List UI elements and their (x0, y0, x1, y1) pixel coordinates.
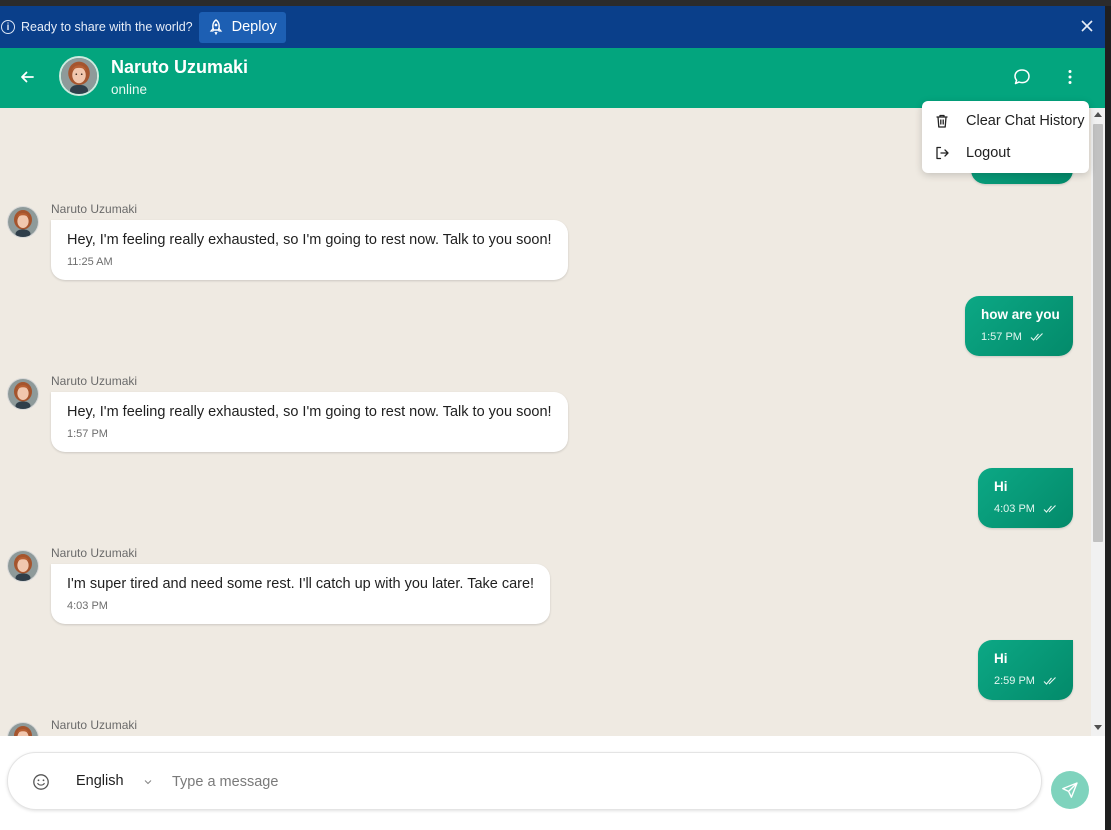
message-bubble-incoming: Hey, I'm feeling really exhausted, so I'… (51, 220, 568, 280)
message-list[interactable]: Naruto Uzumaki Hey, I'm feeling really e… (0, 108, 1091, 736)
info-icon: i (1, 20, 15, 34)
contact-status: online (111, 82, 148, 97)
message-time: 1:57 PM (67, 428, 108, 440)
sender-avatar (7, 206, 39, 238)
rocket-icon (209, 19, 222, 35)
menu-item-logout[interactable]: Logout (922, 138, 1089, 168)
message-bubble-incoming: Hey, I'm feeling really exhausted, so I'… (51, 392, 568, 452)
composer-area: English (0, 736, 1105, 830)
back-arrow-icon[interactable] (18, 68, 36, 86)
deploy-label: Deploy (231, 19, 277, 35)
sender-avatar (7, 550, 39, 582)
sender-name: Naruto Uzumaki (51, 718, 138, 732)
message-composer: English (7, 752, 1042, 810)
contact-avatar[interactable] (59, 56, 99, 96)
message-bubble-outgoing: Hi 4:03 PM (978, 468, 1073, 528)
double-check-icon (1030, 333, 1043, 341)
message-time: 1:57 PM (981, 331, 1022, 343)
message-time: 4:03 PM (994, 503, 1035, 515)
message-bubble-incoming: I'm super tired and need some rest. I'll… (51, 564, 551, 624)
message-text: I'm super tired and need some rest. I'll… (67, 576, 535, 592)
sender-name: Naruto Uzumaki (51, 546, 138, 560)
message-text: Hi (994, 651, 1008, 666)
logout-icon (936, 146, 949, 160)
chat-scrollbar[interactable] (1091, 108, 1105, 736)
chevron-down-icon[interactable] (144, 779, 152, 785)
message-text: how are you (981, 307, 1060, 322)
message-input[interactable] (172, 767, 1022, 797)
sender-name: Naruto Uzumaki (51, 374, 138, 388)
options-menu: Clear Chat History Logout (922, 101, 1089, 173)
message-bubble-outgoing: how are you 1:57 PM (965, 296, 1073, 356)
message-text: Hey, I'm feeling really exhausted, so I'… (67, 404, 552, 420)
menu-item-label: Logout (966, 145, 1011, 161)
emoji-icon[interactable] (32, 773, 50, 791)
menu-item-clear-chat-history[interactable]: Clear Chat History (922, 106, 1089, 136)
message-bubble-outgoing: Hi 2:59 PM (978, 640, 1073, 700)
deploy-banner: i Ready to share with the world? Deploy (0, 6, 1105, 48)
contact-name: Naruto Uzumaki (111, 57, 249, 77)
send-icon (1062, 782, 1078, 798)
message-time: 11:25 AM (67, 256, 113, 268)
send-button[interactable] (1051, 771, 1089, 809)
message-text: Hi (994, 479, 1008, 494)
deploy-button[interactable]: Deploy (198, 11, 286, 43)
menu-item-label: Clear Chat History (966, 113, 1085, 129)
language-select[interactable]: English (76, 773, 124, 789)
more-options-icon[interactable] (1060, 67, 1080, 87)
trash-icon (936, 114, 948, 128)
sender-avatar (7, 722, 39, 736)
sender-avatar (7, 378, 39, 410)
message-time: 2:59 PM (994, 675, 1035, 687)
scrollbar-thumb[interactable] (1093, 124, 1103, 542)
message-time: 4:03 PM (67, 600, 108, 612)
sender-name: Naruto Uzumaki (51, 202, 138, 216)
deploy-prompt: Ready to share with the world? (21, 20, 193, 34)
message-text: Hey, I'm feeling really exhausted, so I'… (67, 232, 552, 248)
close-icon[interactable] (1079, 18, 1095, 34)
scroll-up-arrow[interactable] (1094, 112, 1102, 117)
scroll-down-arrow[interactable] (1094, 725, 1102, 730)
chat-bubble-icon[interactable] (1012, 67, 1032, 87)
chat-header: Naruto Uzumaki online (0, 48, 1105, 108)
double-check-icon (1043, 677, 1056, 685)
double-check-icon (1043, 505, 1056, 513)
